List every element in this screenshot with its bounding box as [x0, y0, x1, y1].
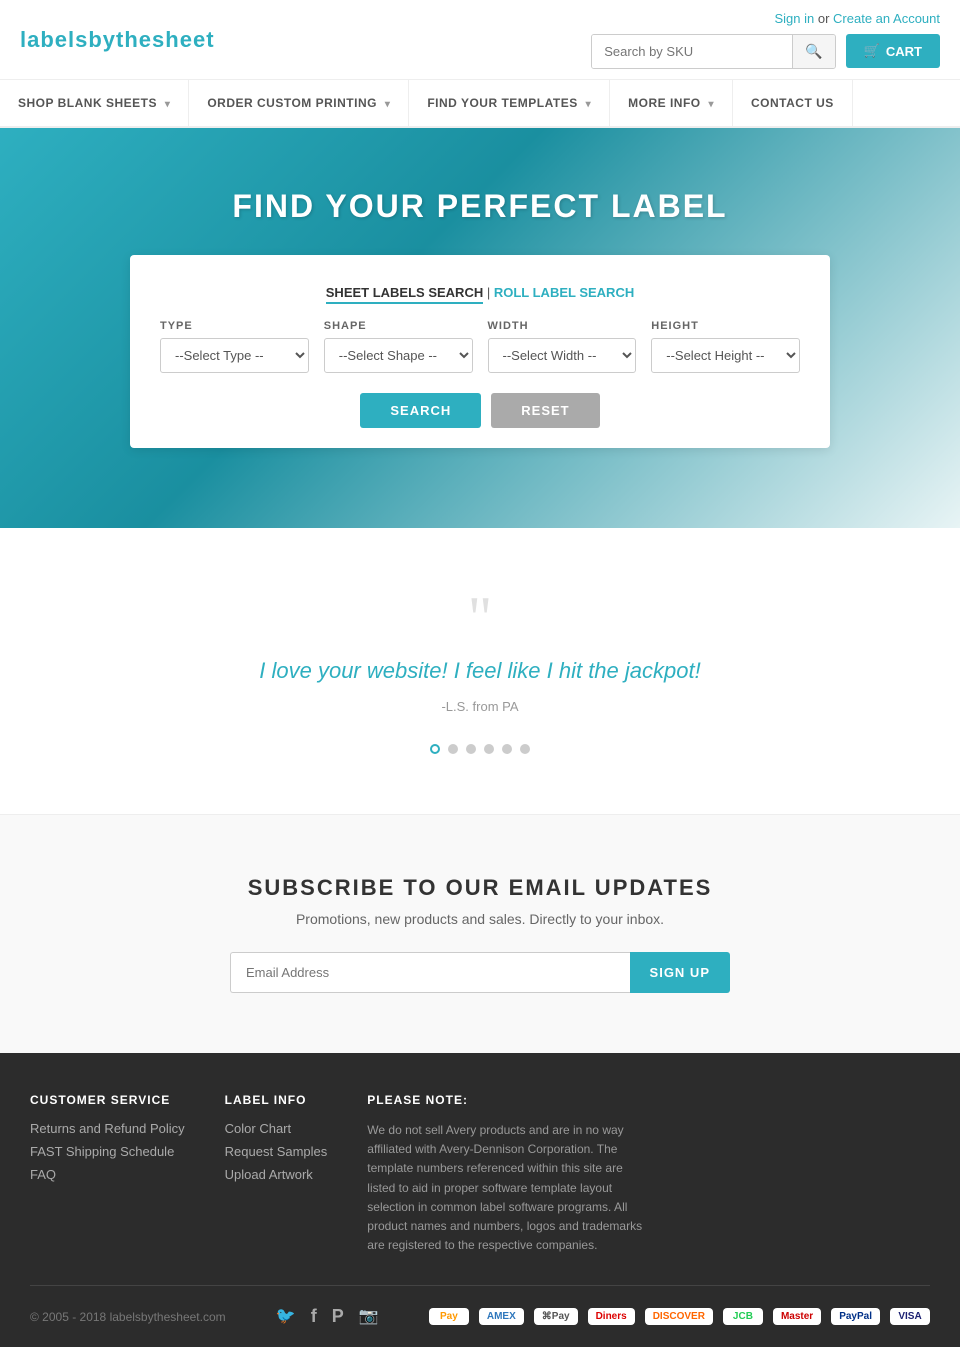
nav-shop-blank[interactable]: SHOP BLANK SHEETS ▾: [0, 80, 189, 126]
signin-link[interactable]: Sign in: [774, 11, 814, 26]
footer-col-heading-customer: CUSTOMER SERVICE: [30, 1093, 185, 1107]
type-filter-group: TYPE --Select Type --: [160, 320, 309, 373]
pinterest-link[interactable]: P: [332, 1306, 344, 1327]
chevron-down-icon: ▾: [385, 99, 391, 110]
shape-filter-group: SHAPE --Select Shape --: [324, 320, 473, 373]
account-or: or: [818, 11, 833, 26]
footer-link-returns[interactable]: Returns and Refund Policy: [30, 1121, 185, 1136]
email-input[interactable]: [230, 952, 630, 993]
search-input[interactable]: [592, 35, 792, 68]
subscribe-section: SUBSCRIBE TO OUR EMAIL UPDATES Promotion…: [0, 815, 960, 1053]
reset-button[interactable]: RESET: [491, 393, 599, 428]
testimonial-section: " I love your website! I feel like I hit…: [0, 528, 960, 815]
carousel-dot-2[interactable]: [448, 744, 458, 754]
width-filter-group: WIDTH --Select Width --: [488, 320, 637, 373]
footer-link-color-chart[interactable]: Color Chart: [225, 1121, 328, 1136]
payment-apple: ⌘Pay: [534, 1308, 578, 1325]
type-select[interactable]: --Select Type --: [160, 338, 309, 373]
social-links: 🐦 f P 📷: [276, 1306, 379, 1327]
search-cart-bar: 🔍 🛒 CART: [591, 34, 940, 69]
footer-label-info: LABEL INFO Color Chart Request Samples U…: [225, 1093, 328, 1255]
copyright-text: © 2005 - 2018 labelsbythesheet.com: [30, 1310, 226, 1324]
height-select[interactable]: --Select Height --: [651, 338, 800, 373]
footer-customer-service: CUSTOMER SERVICE Returns and Refund Poli…: [30, 1093, 185, 1255]
footer-link-faq[interactable]: FAQ: [30, 1167, 185, 1182]
search-tabs: SHEET LABELS SEARCH | ROLL LABEL SEARCH: [160, 285, 800, 300]
payment-discover: DISCOVER: [645, 1308, 713, 1325]
width-select[interactable]: --Select Width --: [488, 338, 637, 373]
label-search-filter: SHEET LABELS SEARCH | ROLL LABEL SEARCH …: [130, 255, 830, 448]
subscribe-subtitle: Promotions, new products and sales. Dire…: [20, 911, 940, 927]
footer-bottom: © 2005 - 2018 labelsbythesheet.com 🐦 f P…: [30, 1285, 930, 1327]
shape-label: SHAPE: [324, 320, 473, 332]
twitter-link[interactable]: 🐦: [276, 1306, 296, 1327]
carousel-dot-5[interactable]: [502, 744, 512, 754]
testimonial-text: I love your website! I feel like I hit t…: [130, 658, 830, 684]
payment-paypal: PayPal: [831, 1308, 880, 1325]
tab-roll-labels[interactable]: ROLL LABEL SEARCH: [494, 285, 634, 300]
footer-please-note: PLEASE NOTE: We do not sell Avery produc…: [367, 1093, 930, 1255]
payment-mastercard: Master: [773, 1308, 821, 1325]
carousel-dot-1[interactable]: [430, 744, 440, 754]
cart-label: CART: [886, 44, 922, 59]
chevron-down-icon: ▾: [586, 99, 592, 110]
footer-col-heading-note: PLEASE NOTE:: [367, 1093, 930, 1107]
tab-sheet-labels[interactable]: SHEET LABELS SEARCH: [326, 285, 483, 304]
height-label: HEIGHT: [651, 320, 800, 332]
site-footer: CUSTOMER SERVICE Returns and Refund Poli…: [0, 1053, 960, 1347]
payment-jcb: JCB: [723, 1308, 763, 1325]
height-filter-group: HEIGHT --Select Height --: [651, 320, 800, 373]
subscribe-title: SUBSCRIBE TO OUR EMAIL UPDATES: [20, 875, 940, 901]
testimonial-author: -L.S. from PA: [20, 699, 940, 714]
search-box: 🔍: [591, 34, 835, 69]
payment-visa: VISA: [890, 1308, 930, 1325]
filter-buttons: SEARCH RESET: [160, 393, 800, 428]
search-button[interactable]: 🔍: [792, 35, 834, 68]
cart-button[interactable]: 🛒 CART: [846, 34, 940, 68]
nav-contact[interactable]: CONTACT US: [733, 80, 853, 126]
payment-diners: Diners: [588, 1308, 635, 1325]
account-links: Sign in or Create an Account: [774, 11, 940, 26]
logo: labelsbythesheet: [20, 27, 215, 53]
footer-link-upload[interactable]: Upload Artwork: [225, 1167, 328, 1182]
filter-row: TYPE --Select Type -- SHAPE --Select Sha…: [160, 320, 800, 373]
subscribe-form: SIGN UP: [230, 952, 730, 993]
search-button[interactable]: SEARCH: [360, 393, 481, 428]
logo-text: labelsbythesheet: [20, 27, 215, 52]
footer-link-samples[interactable]: Request Samples: [225, 1144, 328, 1159]
nav-more-info[interactable]: MORE INFO ▾: [610, 80, 733, 126]
tab-separator: |: [487, 285, 494, 300]
nav-order-custom[interactable]: ORDER CUSTOM PRINTING ▾: [189, 80, 409, 126]
signup-button[interactable]: SIGN UP: [630, 952, 730, 993]
shape-select[interactable]: --Select Shape --: [324, 338, 473, 373]
nav-find-templates[interactable]: FIND YOUR TEMPLATES ▾: [409, 80, 610, 126]
main-nav: SHOP BLANK SHEETS ▾ ORDER CUSTOM PRINTIN…: [0, 80, 960, 128]
chevron-down-icon: ▾: [165, 99, 171, 110]
footer-note-text: We do not sell Avery products and are in…: [367, 1121, 647, 1255]
hero-title: FIND YOUR PERFECT LABEL: [20, 188, 940, 225]
carousel-dots: [20, 744, 940, 754]
type-label: TYPE: [160, 320, 309, 332]
chevron-down-icon: ▾: [708, 99, 714, 110]
cart-icon: 🛒: [864, 43, 880, 59]
facebook-link[interactable]: f: [311, 1306, 317, 1327]
payment-amex: AMEX: [479, 1308, 524, 1325]
hero-section: FIND YOUR PERFECT LABEL SHEET LABELS SEA…: [0, 128, 960, 528]
carousel-dot-6[interactable]: [520, 744, 530, 754]
create-account-link[interactable]: Create an Account: [833, 11, 940, 26]
footer-col-heading-label: LABEL INFO: [225, 1093, 328, 1107]
payment-icons: Pay AMEX ⌘Pay Diners DISCOVER JCB Master…: [429, 1308, 930, 1325]
footer-columns: CUSTOMER SERVICE Returns and Refund Poli…: [30, 1093, 930, 1255]
footer-link-shipping[interactable]: FAST Shipping Schedule: [30, 1144, 185, 1159]
instagram-link[interactable]: 📷: [359, 1306, 379, 1327]
site-header: labelsbythesheet Sign in or Create an Ac…: [0, 0, 960, 80]
header-right: Sign in or Create an Account 🔍 🛒 CART: [591, 11, 940, 69]
quote-mark-icon: ": [20, 588, 940, 648]
carousel-dot-3[interactable]: [466, 744, 476, 754]
payment-amazon: Pay: [429, 1308, 469, 1325]
width-label: WIDTH: [488, 320, 637, 332]
carousel-dot-4[interactable]: [484, 744, 494, 754]
